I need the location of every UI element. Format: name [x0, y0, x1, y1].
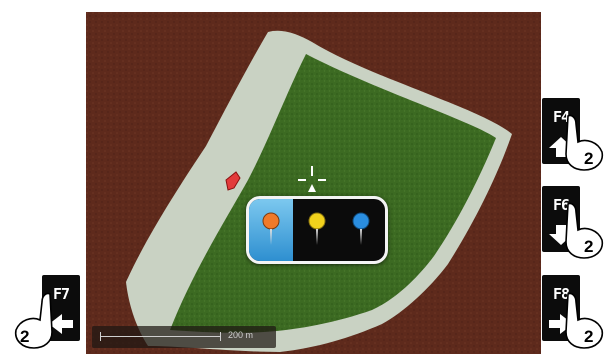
scale-tick-left [100, 332, 101, 341]
blue-pin-icon [352, 212, 370, 245]
yellow-pin-icon [308, 212, 326, 245]
f8-touch-badge: 2 [584, 327, 593, 346]
orange-pin-icon [262, 212, 280, 245]
scale-tick-right [220, 332, 221, 341]
marker-orange-option[interactable] [249, 199, 293, 261]
f4-touch-badge: 2 [584, 149, 593, 168]
pointing-hand-icon: 2 [565, 114, 604, 171]
scale-line [100, 336, 220, 337]
scale-label: 200 m [228, 330, 254, 340]
marker-picker [246, 196, 388, 264]
f7-touch-badge: 2 [20, 327, 29, 346]
pointing-hand-icon: 2 [14, 292, 53, 349]
pointing-hand-icon: 2 [565, 292, 604, 349]
scale-bar: 200 m [92, 326, 276, 348]
pointing-hand-icon: 2 [565, 202, 604, 259]
marker-yellow-option[interactable] [295, 199, 339, 261]
field-map[interactable] [86, 12, 541, 354]
f6-touch-badge: 2 [584, 237, 593, 256]
marker-blue-option[interactable] [339, 199, 383, 261]
